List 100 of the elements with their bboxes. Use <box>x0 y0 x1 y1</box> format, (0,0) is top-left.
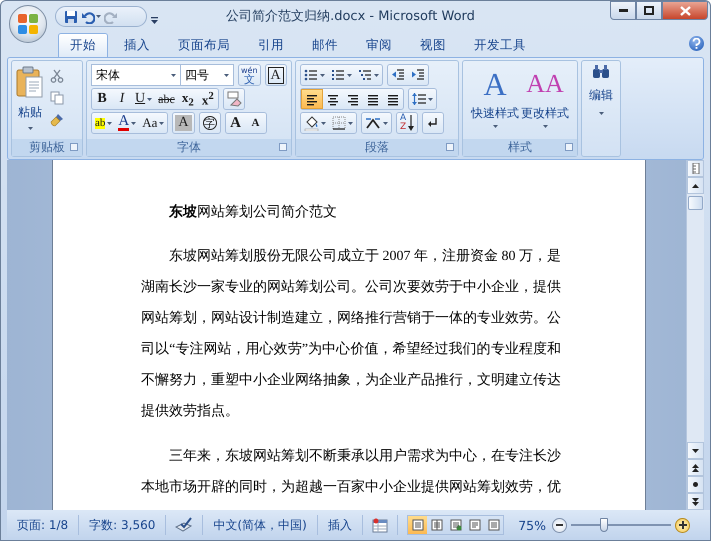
minimize-icon <box>618 9 628 12</box>
line-spacing-icon <box>412 92 426 106</box>
sort-button[interactable]: A Z <box>397 113 418 133</box>
dialog-launcher-button[interactable] <box>70 143 78 151</box>
caret-icon <box>492 125 498 128</box>
view-layout-icon <box>430 519 443 531</box>
group-label: 段落 <box>365 139 389 156</box>
zoom-slider-thumb[interactable] <box>600 518 608 532</box>
dialog-launcher-button[interactable] <box>565 143 573 151</box>
styles-button[interactable]: A 快速样式 <box>470 64 520 136</box>
align-left-button[interactable] <box>301 89 323 109</box>
text-align-icon <box>326 92 340 106</box>
caret-icon <box>171 74 176 76</box>
scroll-down-button[interactable] <box>687 442 704 459</box>
dot-icon <box>693 482 698 487</box>
caret-icon <box>428 98 433 100</box>
change-case-button[interactable]: Aa <box>139 113 168 133</box>
ribbon-tab[interactable]: 插入 <box>112 33 162 57</box>
group-label: 字体 <box>177 139 201 156</box>
ribbon-tab[interactable]: 邮件 <box>300 33 350 57</box>
dialog-launcher-button[interactable] <box>446 143 454 151</box>
help-icon <box>692 38 701 49</box>
ruler-toggle-button[interactable] <box>687 160 704 177</box>
double-up-arrow-icon <box>692 464 699 472</box>
editing-button[interactable]: 编辑 <box>582 61 620 156</box>
maximize-button[interactable] <box>636 1 662 20</box>
font-name-field[interactable]: 宋体 <box>91 64 181 86</box>
close-icon <box>680 6 690 16</box>
minimize-button[interactable] <box>610 1 636 20</box>
highlight-button[interactable]: ab <box>92 113 116 133</box>
view-layout-icon <box>450 519 462 531</box>
redo-arrow-icon <box>104 10 118 24</box>
text-align-icon <box>366 92 380 106</box>
ribbon-tab[interactable]: 开发工具 <box>462 33 538 57</box>
subscript-button[interactable]: x$_{2}$ <box>178 89 198 109</box>
paragraph-text: 东坡网站筹划股份无限公司成立于 2007 年，注册资金 80 万，是湖南长沙一家专业的网站筹划公司。公司次要效劳于中小企业，提供网站筹划，网站设计制造建立，网络推行营销于一体的专业效劳。公司以“专注网站，用心效劳”为中心价值，希望经过我们的专业程度和不懈努力，重塑中小企业网络抽象，为企业产品推行，文明建立传达提供效劳指点。 <box>141 247 561 421</box>
text-align-icon <box>386 92 400 106</box>
previous-page-button[interactable] <box>687 459 704 476</box>
help-button[interactable] <box>689 36 704 51</box>
font-color-button[interactable]: A <box>115 113 140 133</box>
binoculars-icon <box>592 65 610 79</box>
dialog-launcher-button[interactable] <box>279 143 287 151</box>
zoom-out-button[interactable] <box>552 518 567 532</box>
group-label: 剪贴板 <box>29 139 65 156</box>
asian-layout-icon <box>365 116 381 130</box>
shrink-font-button[interactable]: A <box>246 113 266 133</box>
paint-bucket-icon <box>304 116 319 130</box>
clipboard-icon <box>16 66 44 98</box>
status-text: 页面: 1/8 <box>7 515 80 535</box>
caret-icon <box>598 112 604 115</box>
enclose-character-button[interactable]: 字 <box>198 112 221 134</box>
text-align-icon <box>346 92 360 106</box>
ribbon-tab[interactable]: 引用 <box>246 33 296 57</box>
clear-formatting-button[interactable] <box>222 88 245 110</box>
document-heading: 东坡网站筹划公司简介范文 <box>168 203 338 222</box>
character-border-button[interactable]: A <box>264 64 287 86</box>
eraser-icon <box>226 91 242 107</box>
window-title: 公司简介范文归纳.docx - Microsoft Word <box>226 8 475 24</box>
font-size-field[interactable]: 四号 <box>180 64 234 86</box>
scrollbar-thumb[interactable] <box>688 196 703 210</box>
bold-button[interactable]: B <box>92 89 112 109</box>
ribbon-tab[interactable]: 视图 <box>408 33 458 57</box>
scroll-up-button[interactable] <box>687 177 704 194</box>
grow-font-button[interactable]: A <box>226 113 246 133</box>
caret-icon <box>347 74 352 76</box>
zoom-in-button[interactable] <box>675 518 690 532</box>
strikethrough-button[interactable]: abc <box>155 89 178 109</box>
indent-icon <box>411 68 425 82</box>
bulleted-list-icon <box>304 68 318 82</box>
spreadsheet-icon <box>372 518 388 532</box>
scissors-icon <box>50 69 64 83</box>
status-text: 中文(简体，中国) <box>203 515 318 535</box>
ribbon-tab[interactable]: 页面布局 <box>166 33 242 57</box>
status-text: 字数: 3,560 <box>79 515 166 535</box>
close-button[interactable] <box>662 1 708 20</box>
next-page-button[interactable] <box>687 493 704 510</box>
caret-icon <box>374 74 379 76</box>
caret-icon <box>321 122 326 124</box>
ribbon-tab[interactable]: 开始 <box>58 33 108 57</box>
caret-icon <box>28 127 32 130</box>
paragraph-text: 三年来，东坡网站筹划不断秉承以用户需求为中心，在专注长沙本地市场开辟的同时，为超越一百家中小企业提供网站筹划效劳，优 <box>141 447 561 497</box>
down-arrow-icon <box>692 448 699 452</box>
underline-button[interactable]: U <box>132 89 156 109</box>
status-text: 插入 <box>318 515 363 535</box>
styles-button[interactable]: AA 更改样式 <box>520 64 570 136</box>
caret-icon <box>348 122 353 124</box>
border-grid-icon <box>332 116 346 130</box>
caret-icon <box>320 74 325 76</box>
phonetic-guide-button[interactable]: wén 文 <box>238 64 261 86</box>
ribbon-tab[interactable]: 审阅 <box>354 33 404 57</box>
superscript-button[interactable]: x$^{2}$ <box>198 89 218 109</box>
italic-button[interactable]: I <box>112 89 132 109</box>
paste-button[interactable]: 粘贴 <box>15 64 45 136</box>
character-shading-button[interactable]: A <box>172 112 195 134</box>
caret-icon <box>224 74 229 76</box>
text-align-icon <box>305 92 319 106</box>
office-button[interactable] <box>9 5 47 43</box>
print-view-button[interactable] <box>408 516 428 534</box>
select-browse-object-button[interactable] <box>687 476 704 493</box>
caret-icon <box>542 125 548 128</box>
